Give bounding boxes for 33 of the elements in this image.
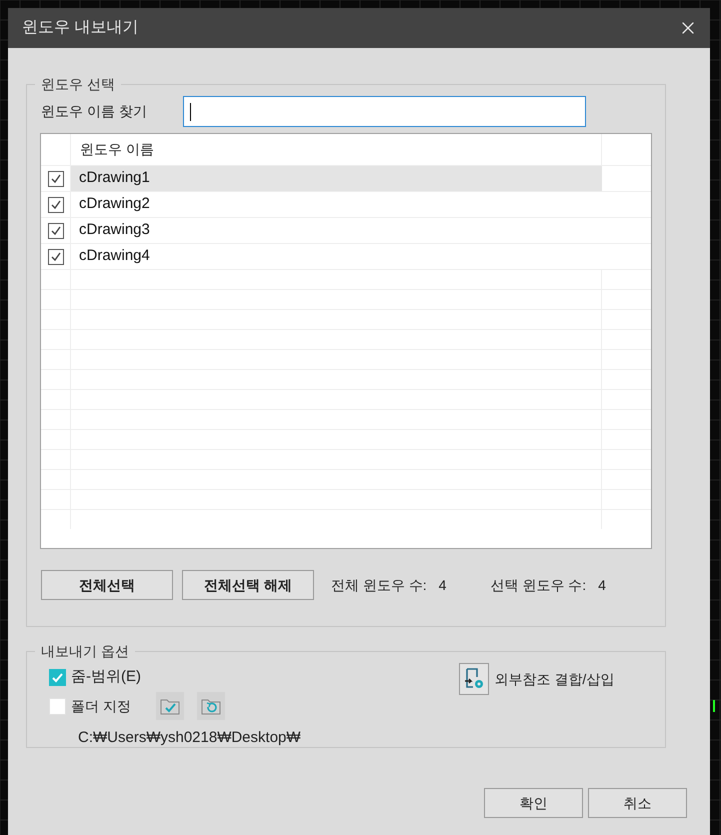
check-icon <box>50 250 62 262</box>
select-button[interactable]: 전체선택 <box>41 570 173 600</box>
dialog-button[interactable]: 취소 <box>588 788 687 818</box>
checkbox[interactable] <box>48 170 64 186</box>
check-icon <box>50 172 62 184</box>
checkbox[interactable] <box>48 222 64 238</box>
count-label: 선택 윈도우 수: <box>490 576 586 594</box>
count-value: 4 <box>598 576 606 594</box>
dialog-button[interactable]: 확인 <box>484 788 583 818</box>
folder-reset-button[interactable] <box>197 692 225 720</box>
window-title: 윈도우 내보내기 <box>22 18 138 38</box>
select-button[interactable]: 전체선택 해제 <box>182 570 314 600</box>
folder-path: C:₩Users₩ysh0218₩Desktop₩ <box>78 728 301 748</box>
checkbox[interactable] <box>49 668 66 686</box>
xref-label: 외부참조 결합/삽입 <box>494 670 614 689</box>
checkbox-label: 줌-범위(E) <box>71 666 141 687</box>
xref-button[interactable] <box>458 663 489 695</box>
count-value: 4 <box>438 576 446 594</box>
list-row[interactable]: cDrawing1 <box>70 166 602 191</box>
check-icon <box>50 224 62 236</box>
count-label: 전체 윈도우 수: <box>331 576 427 594</box>
xref-gear-icon <box>462 667 485 691</box>
check-icon <box>51 670 64 684</box>
checkbox[interactable] <box>48 248 64 264</box>
folder-check-button[interactable] <box>156 692 184 720</box>
folder-check-icon <box>160 697 180 715</box>
checkbox-label: 폴더 지정 <box>71 696 132 716</box>
folder-refresh-icon <box>201 697 221 715</box>
search-field[interactable] <box>183 96 586 127</box>
check-icon <box>50 198 62 210</box>
column-header[interactable]: 윈도우 이름 <box>70 134 602 165</box>
search-label: 윈도우 이름 찾기 <box>41 102 148 121</box>
checkbox[interactable] <box>48 196 64 212</box>
